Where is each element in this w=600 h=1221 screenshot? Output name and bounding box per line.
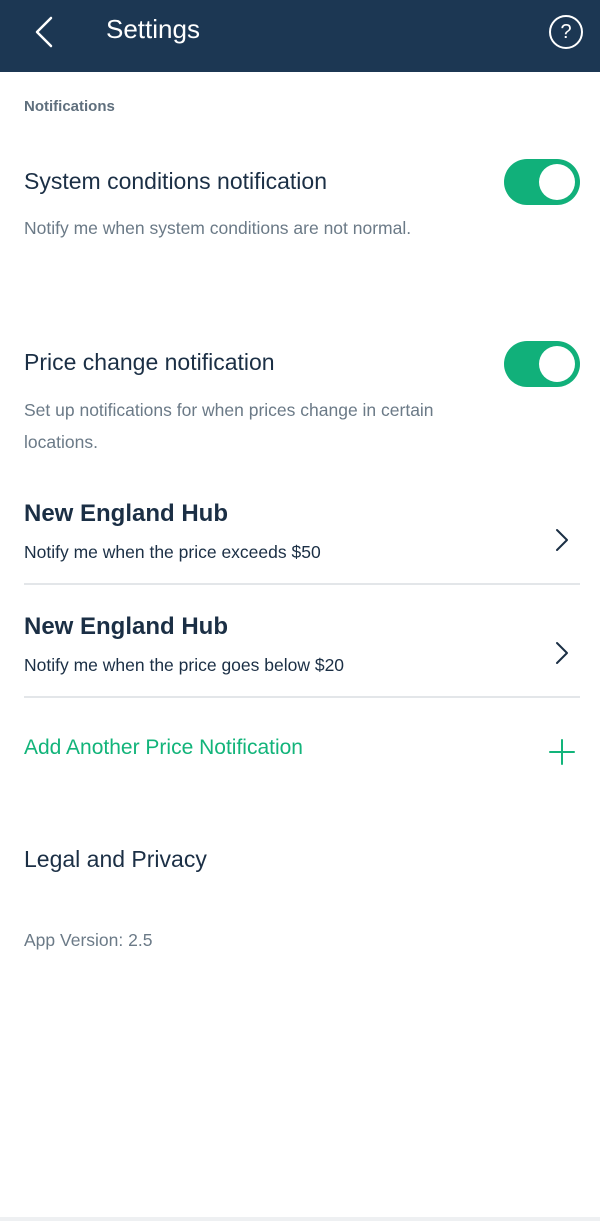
- price-alert-row[interactable]: New England Hub Notify me when the price…: [24, 613, 580, 698]
- price-notification-title: Price change notification: [24, 349, 275, 375]
- system-notification-description: Notify me when system conditions are not…: [24, 218, 412, 238]
- plus-icon: [549, 739, 575, 765]
- help-button[interactable]: ?: [549, 15, 583, 49]
- alert-rule: Notify me when the price exceeds $50: [24, 542, 321, 562]
- section-label-notifications: Notifications: [24, 98, 115, 115]
- toggle-knob: [539, 164, 575, 200]
- back-button[interactable]: [24, 12, 64, 52]
- bottom-divider: [0, 1217, 600, 1221]
- hub-name: New England Hub: [24, 500, 228, 527]
- system-notification-toggle[interactable]: [504, 159, 580, 205]
- page-title: Settings: [106, 14, 200, 44]
- chevron-left-icon: [35, 16, 53, 48]
- price-notification-description: Set up notifications for when prices cha…: [24, 400, 434, 452]
- chevron-right-icon: [556, 529, 568, 551]
- question-circle-icon: ?: [560, 21, 572, 43]
- alert-rule: Notify me when the price goes below $20: [24, 655, 345, 675]
- price-notification-toggle[interactable]: [504, 341, 580, 387]
- legal-and-privacy-link[interactable]: Legal and Privacy: [24, 846, 207, 873]
- system-notification-title: System conditions notification: [24, 168, 327, 194]
- toggle-knob: [539, 346, 575, 382]
- top-app-bar: Settings ?: [0, 0, 600, 72]
- add-price-notification-button[interactable]: Add Another Price Notification: [24, 730, 580, 774]
- chevron-right-icon: [556, 642, 568, 664]
- app-version-text: App Version: 2.5: [24, 930, 153, 950]
- price-alert-row[interactable]: New England Hub Notify me when the price…: [24, 500, 580, 585]
- add-price-notification-label: Add Another Price Notification: [24, 736, 303, 759]
- hub-name: New England Hub: [24, 613, 228, 640]
